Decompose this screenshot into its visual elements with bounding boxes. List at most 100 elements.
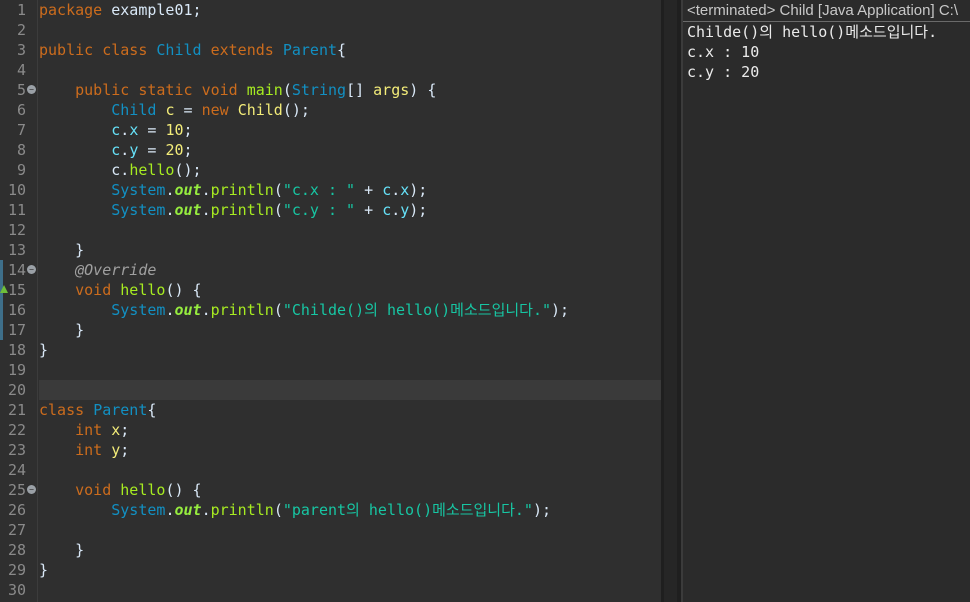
code-token: .	[120, 121, 130, 139]
code-token: ;	[183, 121, 193, 139]
field-token: y	[111, 441, 121, 459]
keyword-token: package	[39, 1, 103, 19]
indent-token	[39, 201, 111, 219]
current-line-highlight[interactable]	[39, 380, 661, 400]
line-number: 6	[16, 101, 26, 119]
code-line: void hello() {	[39, 280, 661, 300]
code-token: []	[346, 81, 374, 99]
fold-collapse-icon[interactable]: −	[27, 485, 36, 494]
indent-token	[39, 121, 111, 139]
line-number: 25	[7, 481, 26, 499]
console-output-line: c.x : 10	[687, 43, 760, 61]
type-token: System	[111, 201, 166, 219]
string-token: "c.y : "	[282, 201, 356, 219]
line-number: 28	[7, 541, 26, 559]
override-triangle-icon[interactable]	[0, 284, 8, 294]
code-token: }	[39, 541, 85, 559]
editor-scrollbar[interactable]	[664, 0, 677, 602]
line-number: 16	[7, 301, 26, 319]
code-token: (	[273, 181, 283, 199]
code-line: System.out.println("c.x : " + c.x);	[39, 180, 661, 200]
line-number-gutter: 1 2 3 4 5 6 7 8 9 10 11 12 13 14 15 16 1…	[0, 0, 38, 602]
fold-collapse-icon[interactable]: −	[27, 85, 36, 94]
fold-collapse-icon[interactable]: −	[27, 265, 36, 274]
keyword-token: public	[75, 81, 130, 99]
pane-splitter[interactable]	[661, 0, 681, 602]
static-field-token: out	[174, 301, 202, 319]
code-line: System.out.println("parent의 hello()메소드입니…	[39, 500, 661, 520]
console-view[interactable]: <terminated> Child [Java Application] C:…	[681, 0, 970, 602]
code-line: }	[39, 240, 661, 260]
keyword-token: void	[75, 281, 112, 299]
code-token: }	[39, 321, 85, 339]
type-token: Child	[156, 41, 202, 59]
code-token: example01;	[102, 1, 202, 19]
static-field-token: out	[174, 201, 202, 219]
code-line: public class Child extends Parent{	[39, 40, 661, 60]
code-token: .	[120, 161, 130, 179]
variable-token: c	[111, 141, 121, 159]
code-token: (	[273, 501, 283, 519]
code-token: () {	[165, 481, 202, 499]
type-token: Parent	[282, 41, 338, 59]
code-token: );	[532, 501, 552, 519]
code-line: @Override	[39, 260, 661, 280]
line-number: 5	[16, 81, 26, 99]
code-line: }	[39, 540, 661, 560]
keyword-token: class	[102, 41, 148, 59]
variable-token: c	[382, 181, 392, 199]
keyword-token: class	[39, 401, 85, 419]
line-number: 4	[16, 61, 26, 79]
code-line: package example01;	[39, 0, 661, 20]
type-token: Child	[237, 101, 283, 119]
method-token: main	[246, 81, 283, 99]
line-number: 12	[7, 221, 26, 239]
code-token: ) {	[409, 81, 437, 99]
code-token: (	[273, 301, 283, 319]
console-output-line: Childe()의 hello()메소드입니다.	[687, 23, 938, 41]
string-token: "Childe()의 hello()메소드입니다."	[282, 301, 552, 319]
indent-token	[39, 141, 111, 159]
keyword-token: public	[39, 41, 94, 59]
indent-token	[39, 101, 111, 119]
indent-token	[39, 81, 75, 99]
code-token: );	[409, 201, 428, 219]
code-token: =	[174, 101, 202, 119]
code-token: ;	[183, 141, 193, 159]
line-number: 17	[7, 321, 26, 339]
type-token: System	[111, 181, 166, 199]
keyword-token: int	[75, 421, 103, 439]
code-token: .	[201, 201, 211, 219]
code-editor[interactable]: 1 2 3 4 5 6 7 8 9 10 11 12 13 14 15 16 1…	[0, 0, 661, 602]
indent-token	[39, 281, 75, 299]
indent-token	[39, 261, 75, 279]
variable-token: c	[111, 121, 121, 139]
code-token: {	[337, 41, 347, 59]
line-number: 13	[7, 241, 26, 259]
code-line: int y;	[39, 440, 661, 460]
code-token: .	[201, 501, 211, 519]
line-number: 29	[7, 561, 26, 579]
type-token: Parent	[93, 401, 148, 419]
line-number: 14	[7, 261, 26, 279]
annotation-token: @Override	[75, 261, 157, 279]
code-token: ;	[120, 441, 130, 459]
method-token: hello	[120, 481, 166, 499]
line-number: 21	[7, 401, 26, 419]
override-range-marker	[0, 260, 3, 340]
line-number: 24	[7, 461, 26, 479]
variable-token: args	[373, 81, 410, 99]
code-token: ();	[282, 101, 310, 119]
code-line: void hello() {	[39, 480, 661, 500]
type-token: String	[291, 81, 347, 99]
indent-token	[39, 481, 75, 499]
indent-token	[39, 421, 75, 439]
